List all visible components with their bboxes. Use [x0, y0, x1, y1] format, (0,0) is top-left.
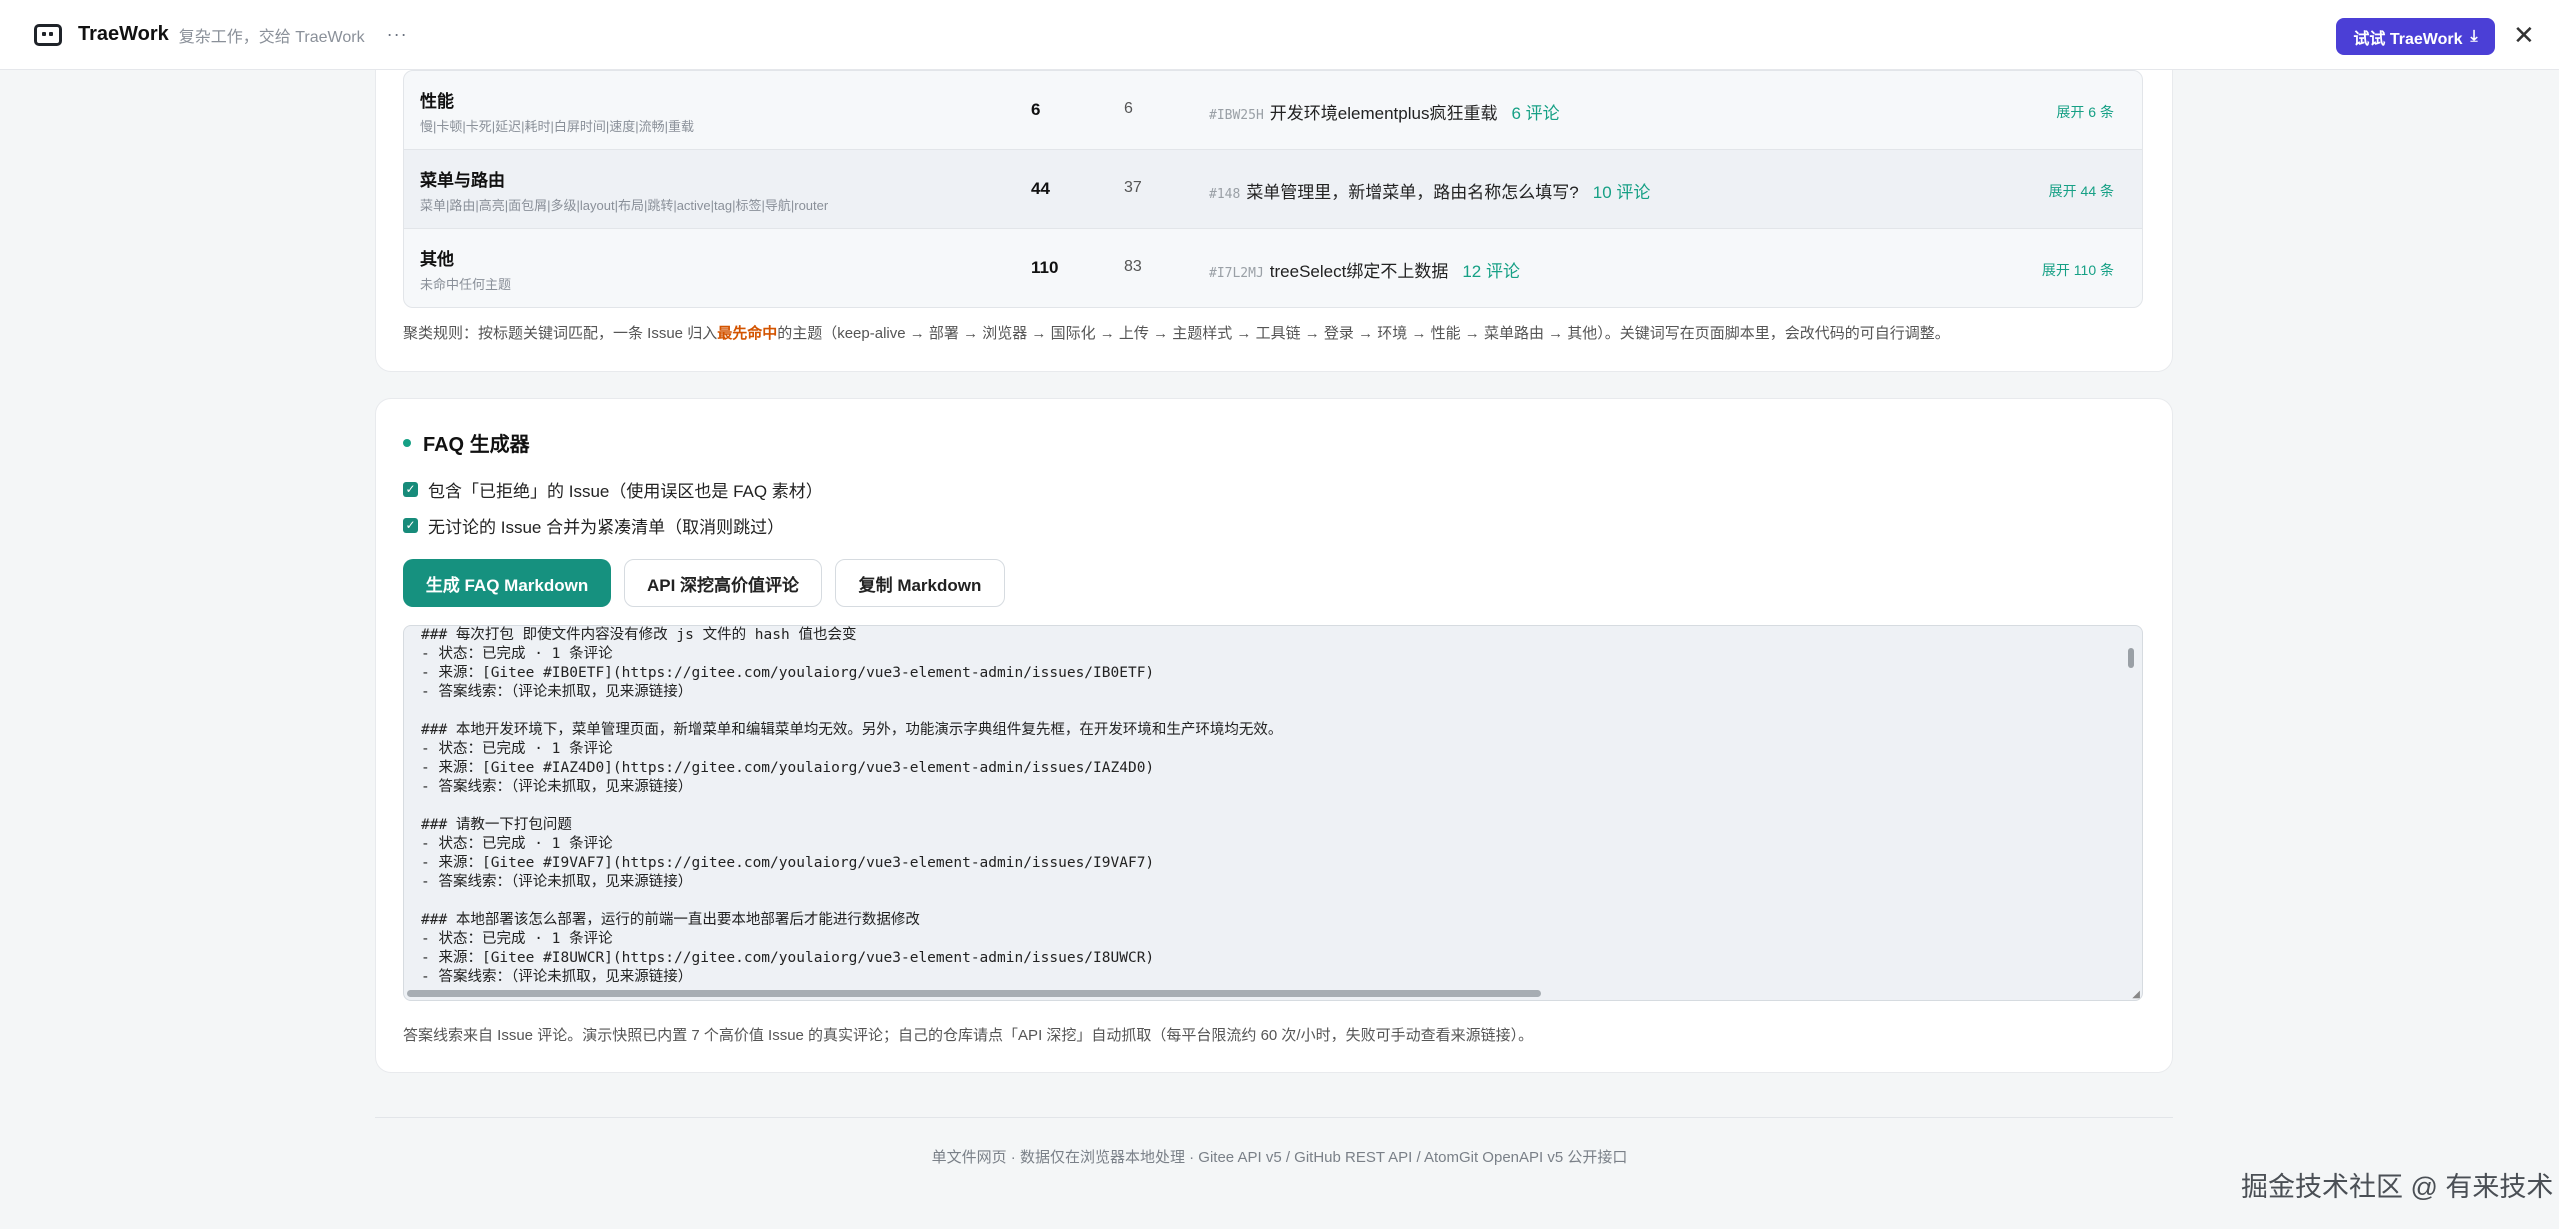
download-icon: ⤓ [2470, 27, 2478, 45]
issue-id: #I7L2MJ [1209, 266, 1264, 281]
markdown-line: - 来源：[Gitee #I8UWCR](https://gitee.com/y… [421, 950, 1155, 966]
cluster-name: 性能 [420, 92, 454, 111]
issue-title: 菜单管理里，新增菜单，路由名称怎么填写? [1246, 183, 1579, 202]
markdown-line [421, 892, 2111, 911]
cluster-name: 其他 [420, 250, 454, 269]
resize-handle-icon[interactable]: ◢ [2132, 989, 2140, 1000]
markdown-line: - 答案线索：（评论未抓取，见来源链接） [421, 779, 693, 795]
footer-divider [375, 1117, 2173, 1118]
cluster-table: 性能 慢|卡顿|卡死|延迟|耗时|白屏时间|速度|流畅|重载 6 6 #IBW2… [403, 70, 2143, 308]
cluster-keywords: 未命中任何主题 [420, 277, 512, 292]
issue-title: 开发环境elementplus疯狂重载 [1269, 104, 1498, 123]
cluster-keywords: 慢|卡顿|卡死|延迟|耗时|白屏时间|速度|流畅|重载 [420, 119, 695, 134]
table-row: 菜单与路由 菜单|路由|高亮|面包屑|多级|layout|布局|跳转|activ… [404, 150, 2142, 229]
cluster-rule-text: 聚类规则：按标题关键词匹配，一条 Issue 归入最先命中的主题（keep-al… [403, 322, 1950, 343]
markdown-line: - 状态：已完成 · 1 条评论 [421, 646, 613, 662]
faq-note: 答案线索来自 Issue 评论。演示快照已内置 7 个高价值 Issue 的真实… [403, 1027, 1534, 1044]
issue-title: treeSelect绑定不上数据 [1269, 262, 1449, 281]
markdown-line [421, 702, 2111, 721]
expand-button[interactable]: 展开 44 条 [2049, 181, 2114, 201]
cluster-name: 菜单与路由 [420, 171, 505, 190]
expand-button[interactable]: 展开 6 条 [2056, 102, 2114, 122]
close-icon[interactable]: ✕ [2513, 18, 2535, 52]
cluster-count: 6 [1031, 100, 1041, 119]
markdown-line: - 状态：已完成 · 1 条评论 [421, 931, 613, 947]
horizontal-scrollbar[interactable] [407, 990, 1541, 997]
markdown-line: - 答案线索：（评论未抓取，见来源链接） [421, 684, 693, 700]
cluster-count-secondary: 37 [1124, 179, 1142, 196]
faq-card: FAQ 生成器 ✓ 包含「已拒绝」的 Issue（使用误区也是 FAQ 素材） … [375, 398, 2173, 1073]
merge-no-discussion-checkbox[interactable]: ✓ [403, 518, 418, 533]
traework-logo-icon [34, 23, 62, 46]
cluster-count: 110 [1031, 258, 1059, 277]
markdown-line: - 状态：已完成 · 1 条评论 [421, 741, 613, 757]
markdown-line: - 来源：[Gitee #I9VAF7](https://gitee.com/y… [421, 855, 1155, 871]
issue-comments: 6 评论 [1511, 104, 1560, 123]
brand-slogan: 复杂工作，交给 TraeWork [178, 28, 365, 46]
markdown-line: - 来源：[Gitee #IB0ETF](https://gitee.com/y… [421, 665, 1155, 681]
expand-button[interactable]: 展开 110 条 [2042, 260, 2114, 280]
top-issue-link[interactable]: #148 菜单管理里，新增菜单，路由名称怎么填写? 10 评论 [1209, 178, 1650, 203]
markdown-text: ### 每次打包 即使文件内容没有修改 js 文件的 hash 值也会变 - 状态… [421, 626, 2111, 987]
cluster-keywords: 菜单|路由|高亮|面包屑|多级|layout|布局|跳转|active|tag|… [420, 198, 829, 213]
top-bar: TraeWork 复杂工作，交给 TraeWork ··· 试试 TraeWor… [0, 0, 2559, 70]
faq-markdown-output[interactable]: ### 每次打包 即使文件内容没有修改 js 文件的 hash 值也会变 - 状态… [403, 625, 2143, 1001]
markdown-line: - 来源：[Gitee #IAZ4D0](https://gitee.com/y… [421, 760, 1155, 776]
markdown-line: - 状态：已完成 · 1 条评论 [421, 836, 613, 852]
cluster-count-secondary: 83 [1124, 258, 1142, 275]
rule-prefix: 聚类规则：按标题关键词匹配，一条 Issue 归入 [403, 325, 718, 342]
markdown-line [421, 797, 2111, 816]
markdown-line: ### 本地开发环境下，菜单管理页面，新增菜单和编辑菜单均无效。另外，功能演示字… [421, 722, 1283, 738]
top-issue-link[interactable]: #IBW25H 开发环境elementplus疯狂重载 6 评论 [1209, 99, 1560, 124]
include-rejected-checkbox[interactable]: ✓ [403, 482, 418, 497]
api-deep-dive-button[interactable]: API 深挖高价值评论 [624, 559, 822, 607]
merge-no-discussion-option[interactable]: ✓ 无讨论的 Issue 合并为紧凑清单（取消则跳过） [403, 513, 784, 538]
issue-comments: 10 评论 [1592, 183, 1651, 202]
try-button-label: 试试 TraeWork [2353, 30, 2463, 48]
vertical-scrollbar[interactable] [2128, 648, 2134, 668]
issue-id: #IBW25H [1209, 108, 1264, 123]
markdown-line: ### 请教一下打包问题 [421, 817, 572, 833]
try-traework-button[interactable]: 试试 TraeWork ⤓ [2336, 18, 2495, 55]
brand-name: TraeWork [78, 23, 169, 45]
copy-markdown-button[interactable]: 复制 Markdown [835, 559, 1005, 607]
include-rejected-label: 包含「已拒绝」的 Issue（使用误区也是 FAQ 素材） [428, 482, 823, 501]
markdown-line: - 答案线索：（评论未抓取，见来源链接） [421, 874, 693, 890]
rule-highlight: 最先命中 [717, 325, 778, 342]
footer-text: 单文件网页 · 数据仅在浏览器本地处理 · Gitee API v5 / Git… [931, 1149, 1628, 1166]
cluster-count: 44 [1031, 179, 1050, 198]
markdown-line: ### 每次打包 即使文件内容没有修改 js 文件的 hash 值也会变 [421, 627, 857, 643]
table-row: 其他 未命中任何主题 110 83 #I7L2MJ treeSelect绑定不上数… [404, 229, 2142, 307]
faq-section-title: FAQ 生成器 [403, 428, 530, 457]
more-icon[interactable]: ··· [387, 24, 408, 45]
markdown-line: - 答案线索：（评论未抓取，见来源链接） [421, 969, 693, 985]
top-issue-link[interactable]: #I7L2MJ treeSelect绑定不上数据 12 评论 [1209, 257, 1520, 282]
watermark-text: 掘金技术社区 @ 有来技术 [2241, 1172, 2554, 1202]
include-rejected-option[interactable]: ✓ 包含「已拒绝」的 Issue（使用误区也是 FAQ 素材） [403, 477, 823, 502]
issue-id: #148 [1209, 187, 1241, 202]
faq-title: FAQ 生成器 [423, 434, 530, 456]
cluster-count-secondary: 6 [1124, 100, 1133, 117]
table-row: 性能 慢|卡顿|卡死|延迟|耗时|白屏时间|速度|流畅|重载 6 6 #IBW2… [404, 71, 2142, 150]
section-dot-icon [403, 438, 411, 447]
issue-comments: 12 评论 [1462, 262, 1520, 281]
generate-faq-button[interactable]: 生成 FAQ Markdown [403, 559, 611, 607]
rule-suffix: 的主题（keep-alive → 部署 → 浏览器 → 国际化 → 上传 → 主… [777, 325, 1950, 342]
merge-no-discussion-label: 无讨论的 Issue 合并为紧凑清单（取消则跳过） [428, 518, 785, 537]
markdown-line: ### 本地部署该怎么部署，运行的前端一直出要本地部署后才能进行数据修改 [421, 912, 920, 928]
